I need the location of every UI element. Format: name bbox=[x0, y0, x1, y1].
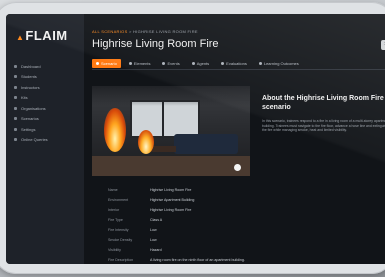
sofa-shape bbox=[174, 134, 238, 154]
dashboard-icon bbox=[14, 64, 17, 68]
breadcrumb-current: HIGHRISE LIVING ROOM FIRE bbox=[133, 29, 198, 34]
scenario-icon bbox=[96, 62, 99, 65]
tab-agents[interactable]: Agents bbox=[188, 59, 213, 68]
evaluations-icon bbox=[221, 62, 225, 65]
elements-icon bbox=[128, 62, 132, 65]
sidebar-item-online-queries[interactable]: Online Queries bbox=[14, 135, 48, 145]
logo-mark-icon: ▲ bbox=[16, 33, 25, 42]
scenarios-icon bbox=[14, 117, 17, 120]
sidebar-item-dashboard[interactable]: Dashboard bbox=[14, 61, 48, 71]
tab-elements[interactable]: Elements bbox=[125, 59, 155, 68]
instructors-icon bbox=[14, 85, 17, 89]
floor-shape bbox=[92, 156, 250, 176]
tab-scenario[interactable]: Scenario bbox=[92, 59, 121, 68]
detail-row: Fire Intensity Low bbox=[108, 228, 157, 232]
sidebar-item-settings[interactable]: Settings bbox=[14, 124, 48, 134]
app-screen: ▲FLAIM Dashboard Students Instructors Ki… bbox=[6, 14, 385, 264]
learning-outcomes-icon bbox=[258, 62, 262, 65]
page-title: Highrise Living Room Fire bbox=[92, 38, 219, 50]
students-icon bbox=[14, 75, 17, 78]
sidebar-item-organisations[interactable]: Organisations bbox=[14, 103, 48, 113]
detail-row: Visibility Hazard bbox=[108, 248, 162, 252]
events-icon bbox=[162, 62, 166, 65]
tab-events[interactable]: Events bbox=[158, 59, 183, 68]
about-description: In this scenario, trainees respond to a … bbox=[262, 119, 385, 133]
sidebar-item-kits[interactable]: Kits bbox=[14, 93, 48, 103]
sidebar-item-instructors[interactable]: Instructors bbox=[14, 82, 48, 92]
sidebar-item-scenarios[interactable]: Scenarios bbox=[14, 114, 48, 124]
tab-learning-outcomes[interactable]: Learning Outcomes bbox=[255, 59, 303, 68]
agents-icon bbox=[191, 62, 195, 65]
settings-icon bbox=[14, 127, 17, 131]
tab-underline bbox=[92, 69, 385, 70]
kits-icon bbox=[14, 96, 17, 99]
carousel-dot-icon[interactable] bbox=[234, 164, 241, 171]
tab-evaluations[interactable]: Evaluations bbox=[217, 59, 251, 68]
detail-row: Smoke Density Low bbox=[108, 238, 157, 242]
sidebar-nav: Dashboard Students Instructors Kits Orga… bbox=[14, 61, 48, 145]
scenario-details: Name Highrise Living Room Fire Environmen… bbox=[108, 188, 250, 264]
breadcrumb: ALL SCENARIOS > HIGHRISE LIVING ROOM FIR… bbox=[92, 29, 198, 34]
about-heading: About the Highrise Living Room Fire scen… bbox=[262, 95, 384, 111]
detail-row: Fire Type Class A bbox=[108, 218, 163, 222]
detail-row: Fire Description A living room fire on th… bbox=[108, 258, 245, 262]
sidebar: ▲FLAIM Dashboard Students Instructors Ki… bbox=[6, 14, 84, 264]
sidebar-item-students[interactable]: Students bbox=[14, 72, 48, 82]
smoke-layer bbox=[92, 86, 250, 106]
tablet-frame: ▲FLAIM Dashboard Students Instructors Ki… bbox=[0, 2, 385, 274]
scenario-preview-image[interactable] bbox=[92, 86, 250, 176]
tab-bar: Scenario Elements Events Agents Evaluati… bbox=[92, 59, 303, 68]
fire-flame-icon bbox=[104, 108, 126, 152]
fire-flame-small-icon bbox=[138, 130, 154, 154]
detail-row: Interior Highrise Living Room Fire bbox=[108, 208, 192, 212]
organisations-icon bbox=[14, 106, 17, 110]
breadcrumb-all-scenarios[interactable]: ALL SCENARIOS bbox=[92, 29, 128, 34]
detail-row: Environment Highrise Apartment Building bbox=[108, 198, 195, 202]
app-logo[interactable]: ▲FLAIM bbox=[16, 28, 68, 43]
detail-row: Name Highrise Living Room Fire bbox=[108, 188, 192, 192]
queries-icon bbox=[14, 138, 17, 141]
close-button[interactable]: × bbox=[381, 40, 385, 50]
